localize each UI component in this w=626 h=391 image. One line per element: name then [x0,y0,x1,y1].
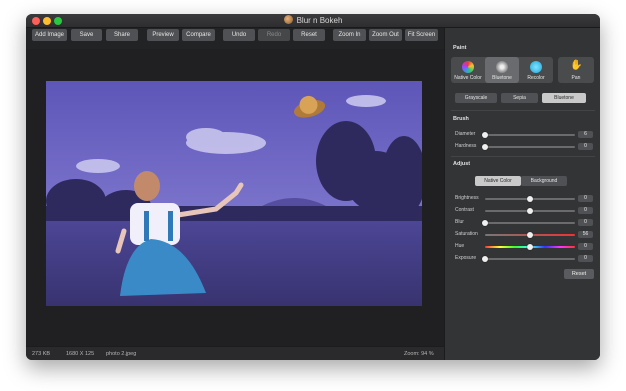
tone-grayscale[interactable]: Grayscale [455,93,497,103]
app-icon [283,15,293,24]
mode-native-color[interactable]: Native Color [451,57,485,83]
adjust-slider-knob[interactable] [482,256,488,262]
adjust-slider[interactable] [485,244,575,250]
adjust-value[interactable]: 0 [578,195,593,202]
save-button[interactable]: Save [71,29,102,41]
pan-label: Pan [571,75,581,81]
hand-icon: ✋ [570,60,583,71]
paint-mode-group: Native Color Bluetone Recolor [451,57,553,83]
adjust-tab-background[interactable]: Background [521,176,567,186]
zoom-level: Zoom: 94 % [404,351,434,357]
recolor-icon [530,61,542,73]
divider [451,156,595,157]
adjust-slider[interactable] [482,220,575,226]
title-bar: Blur n Bokeh [26,14,600,28]
share-button[interactable]: Share [106,29,138,41]
status-bar: 273 KB 1680 X 125 photo 2.jpeg Zoom: 94 … [26,346,444,360]
brush-value[interactable]: 6 [578,131,593,138]
reset-button[interactable]: Reset [293,29,325,41]
add-image-button[interactable]: Add Image [32,29,67,41]
preview-button[interactable]: Preview [147,29,179,41]
adjust-label: Brightness [455,195,479,201]
adjust-value[interactable]: 56 [578,231,593,238]
adjust-label: Exposure [455,255,477,261]
adjust-slider[interactable] [482,256,575,262]
adjust-value[interactable]: 0 [578,219,593,226]
tone-bluetone[interactable]: Bluetone [542,93,586,103]
window-title-text: Blur n Bokeh [296,16,343,25]
divider [451,110,595,111]
paint-section-title: Paint [453,45,467,51]
adjust-slider-knob[interactable] [527,196,533,202]
window-title: Blur n Bokeh [26,15,600,25]
adjust-slider-knob[interactable] [527,208,533,214]
adjust-section-title: Adjust [453,161,471,167]
brush-value[interactable]: 0 [578,143,593,150]
zoom-out-button[interactable]: Zoom Out [369,29,402,41]
mode-label: Native Color [454,75,482,81]
adjust-slider[interactable] [485,196,575,202]
mode-bluetone[interactable]: Bluetone [485,57,519,83]
adjust-slider-knob[interactable] [527,232,533,238]
adjust-label: Saturation [455,231,478,237]
mode-label: Recolor [527,75,545,81]
image-dimensions: 1680 X 125 [66,351,95,357]
mode-label: Bluetone [492,75,512,81]
brush-slider[interactable] [482,144,575,150]
zoom-in-button[interactable]: Zoom In [333,29,366,41]
settings-panel: Paint Native Color Bluetone Recolor ✋ Pa… [444,28,600,360]
fit-screen-button[interactable]: Fit Screen [405,29,438,41]
adjust-label: Hue [455,243,465,249]
adjust-label: Blur [455,219,464,225]
photo-image[interactable] [46,81,422,306]
adjust-value[interactable]: 0 [578,255,593,262]
adjust-reset-button[interactable]: Reset [564,269,594,279]
adjust-value[interactable]: 0 [578,243,593,250]
adjust-slider-knob[interactable] [482,220,488,226]
redo-button[interactable]: Redo [258,29,290,41]
brush-section-title: Brush [453,116,469,122]
brush-slider[interactable] [482,132,575,138]
adjust-label: Contrast [455,207,474,213]
pan-tool-button[interactable]: ✋ Pan [558,57,594,83]
photo-drawing [46,81,422,306]
tone-sepia[interactable]: Sepia [501,93,538,103]
brush-slider-knob[interactable] [482,132,488,138]
undo-button[interactable]: Undo [223,29,255,41]
compare-button[interactable]: Compare [182,29,215,41]
brush-label: Diameter [455,131,476,137]
brush-label: Hardness [455,143,477,149]
file-size: 273 KB [32,351,51,357]
adjust-slider[interactable] [485,232,575,238]
color-wheel-icon [462,61,474,73]
mode-recolor[interactable]: Recolor [519,57,553,83]
image-canvas[interactable] [26,49,444,346]
app-window: Blur n Bokeh Add Image Save Share Previe… [26,14,600,360]
bluetone-icon [496,61,508,73]
adjust-value[interactable]: 0 [578,207,593,214]
brush-slider-knob[interactable] [482,144,488,150]
adjust-slider-knob[interactable] [527,244,533,250]
adjust-slider[interactable] [485,208,575,214]
file-name: photo 2.jpeg [106,351,137,357]
adjust-tab-native-color[interactable]: Native Color [475,176,521,186]
